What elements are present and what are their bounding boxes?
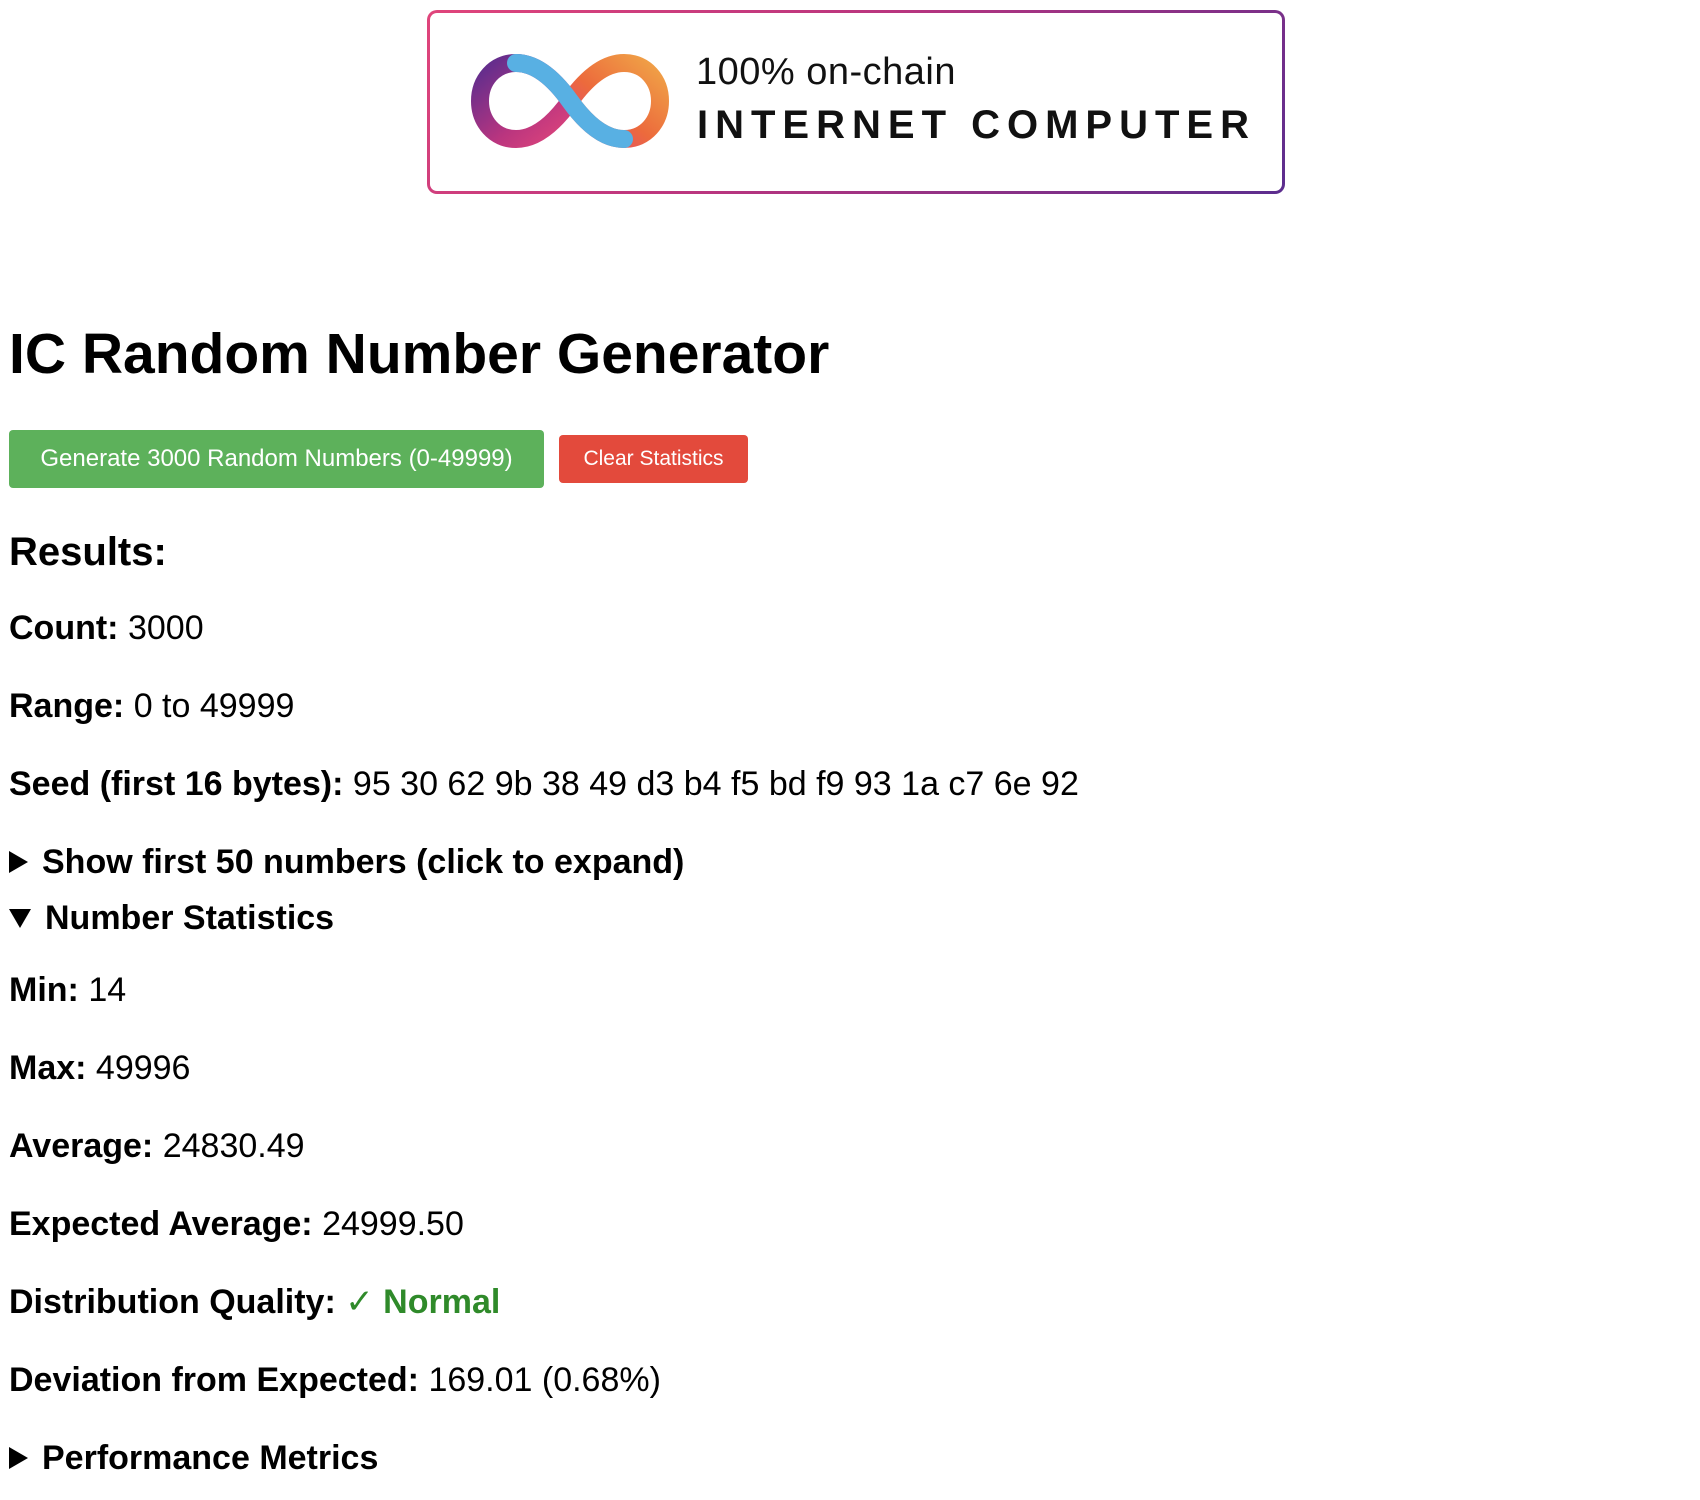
average-line: Average: 24830.49 bbox=[9, 1126, 1679, 1166]
logo-tagline: 100% on-chain bbox=[696, 51, 957, 93]
logo-name: INTERNET COMPUTER bbox=[697, 103, 1256, 147]
range-label: Range: bbox=[9, 687, 125, 725]
min-line: Min: 14 bbox=[9, 970, 1679, 1010]
count-line: Count: 3000 bbox=[9, 608, 1679, 648]
expected-average-label: Expected Average: bbox=[9, 1205, 313, 1243]
results-heading: Results: bbox=[9, 530, 167, 574]
collapsed-triangle-icon bbox=[9, 1447, 28, 1469]
deviation-label: Deviation from Expected: bbox=[9, 1361, 419, 1399]
show-first-numbers-label: Show first 50 numbers (click to expand) bbox=[42, 843, 685, 881]
performance-metrics-label: Performance Metrics bbox=[42, 1439, 379, 1477]
range-value: 0 to 49999 bbox=[133, 687, 295, 725]
page-title: IC Random Number Generator bbox=[9, 322, 830, 386]
page: 100% on-chain INTERNET COMPUTER IC Rando… bbox=[0, 0, 1700, 1500]
distribution-quality-label: Distribution Quality: bbox=[9, 1283, 336, 1321]
clear-statistics-button[interactable]: Clear Statistics bbox=[559, 435, 748, 483]
average-value: 24830.49 bbox=[162, 1127, 305, 1165]
seed-line: Seed (first 16 bytes): 95 30 62 9b 38 49… bbox=[9, 764, 1679, 804]
collapsed-triangle-icon bbox=[9, 851, 28, 873]
main-content: IC Random Number Generator Generate 3000… bbox=[9, 320, 1679, 1478]
range-line: Range: 0 to 49999 bbox=[9, 686, 1679, 726]
infinity-logo-icon bbox=[470, 53, 670, 149]
distribution-quality-line: Distribution Quality: ✓ Normal bbox=[9, 1282, 1679, 1322]
expanded-triangle-icon bbox=[9, 908, 31, 928]
max-line: Max: 49996 bbox=[9, 1048, 1679, 1088]
internet-computer-logo-banner: 100% on-chain INTERNET COMPUTER bbox=[427, 10, 1285, 194]
min-label: Min: bbox=[9, 971, 79, 1009]
action-buttons: Generate 3000 Random Numbers (0-49999) C… bbox=[9, 430, 1679, 488]
generate-numbers-button[interactable]: Generate 3000 Random Numbers (0-49999) bbox=[9, 430, 544, 488]
max-value: 49996 bbox=[95, 1049, 191, 1087]
show-first-numbers-toggle[interactable]: Show first 50 numbers (click to expand) bbox=[9, 842, 1679, 882]
seed-value: 95 30 62 9b 38 49 d3 b4 f5 bd f9 93 1a c… bbox=[352, 765, 1079, 803]
expected-average-value: 24999.50 bbox=[322, 1205, 464, 1243]
deviation-line: Deviation from Expected: 169.01 (0.68%) bbox=[9, 1360, 1679, 1400]
average-label: Average: bbox=[9, 1127, 154, 1165]
expected-average-line: Expected Average: 24999.50 bbox=[9, 1204, 1679, 1244]
distribution-quality-value: ✓ Normal bbox=[345, 1283, 501, 1321]
number-statistics-toggle[interactable]: Number Statistics bbox=[9, 898, 1679, 938]
number-statistics-label: Number Statistics bbox=[45, 899, 335, 937]
performance-metrics-toggle[interactable]: Performance Metrics bbox=[9, 1438, 1679, 1478]
count-label: Count: bbox=[9, 609, 119, 647]
seed-label: Seed (first 16 bytes): bbox=[9, 765, 344, 803]
count-value: 3000 bbox=[127, 609, 204, 647]
min-value: 14 bbox=[88, 971, 127, 1009]
max-label: Max: bbox=[9, 1049, 87, 1087]
deviation-value: 169.01 (0.68%) bbox=[428, 1361, 661, 1399]
